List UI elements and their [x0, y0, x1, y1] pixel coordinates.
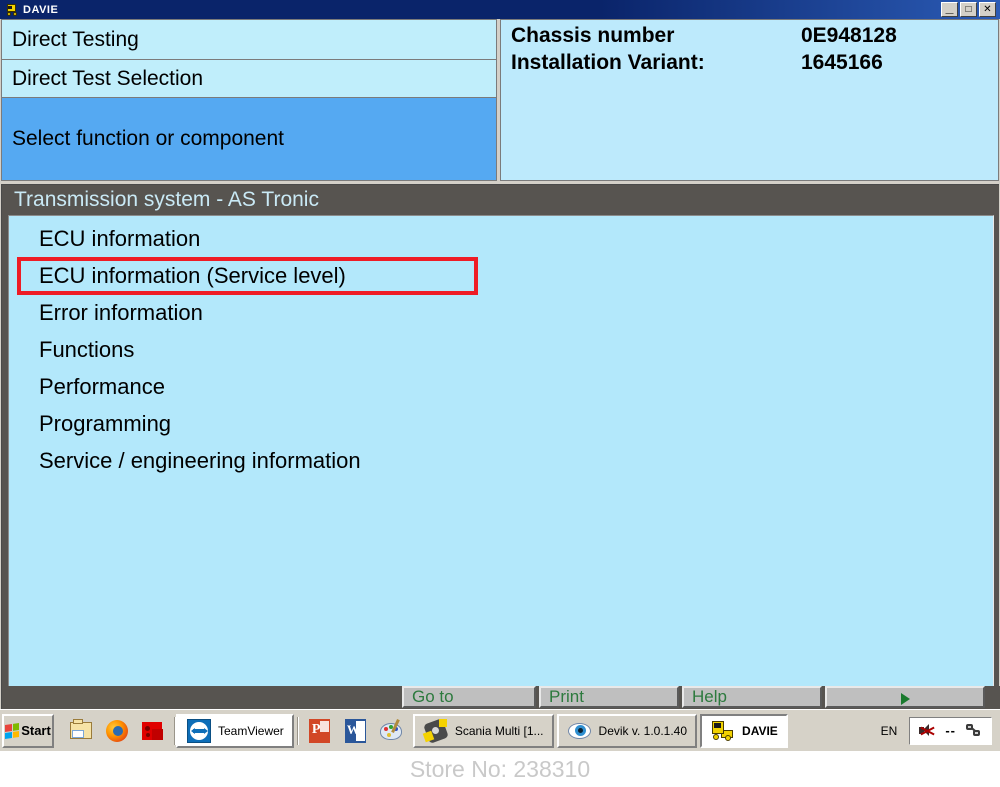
window-controls: _ □ ✕ — [941, 0, 998, 17]
breadcrumb-label: Direct Test Selection — [12, 66, 204, 90]
store-watermark: Store No: 238310 — [0, 751, 1000, 787]
list-item-ecu-information[interactable]: ECU information — [9, 220, 993, 257]
store-watermark-label: Store No: 238310 — [409, 755, 591, 782]
explorer-icon[interactable] — [68, 718, 94, 744]
taskbar-item-label: TeamViewer — [218, 723, 284, 738]
help-button[interactable]: Help — [682, 686, 822, 708]
start-button-label: Start — [21, 723, 51, 738]
go-to-button[interactable]: Go to — [402, 686, 536, 708]
taskbar-item-davie[interactable]: DAVIE — [700, 713, 788, 748]
taskbar-item-devik[interactable]: Devik v. 1.0.1.40 — [556, 713, 698, 748]
taskbar-item-label: Scania Multi [1... — [454, 723, 544, 738]
list-header: Transmission system - AS Tronic — [2, 185, 999, 215]
red-tool-icon[interactable] — [140, 718, 166, 744]
taskbar-item-label: DAVIE — [742, 723, 778, 738]
top-panel: Direct Testing Direct Test Selection Sel… — [1, 19, 999, 181]
taskbar: Start TeamViewer P W Scania Multi [1... … — [0, 709, 1000, 751]
davie-truck-icon — [710, 718, 736, 744]
chassis-number-label: Chassis number — [511, 24, 675, 47]
breadcrumb-direct-testing[interactable]: Direct Testing — [2, 20, 496, 60]
list-item-programming[interactable]: Programming — [9, 405, 993, 442]
taskbar-item-label: Devik v. 1.0.1.40 — [598, 723, 688, 738]
start-button[interactable]: Start — [2, 713, 54, 748]
list-item-label: Service / engineering information — [39, 447, 361, 473]
screen: DAVIE _ □ ✕ Direct Testing Direct Test S… — [0, 0, 1000, 787]
network-icon[interactable] — [965, 723, 983, 739]
next-arrow-icon — [900, 693, 910, 705]
language-indicator[interactable]: EN — [881, 724, 902, 738]
taskbar-item-teamviewer[interactable]: TeamViewer — [176, 713, 294, 748]
installation-variant-label: Installation Variant: — [511, 51, 705, 74]
list-item-functions[interactable]: Functions — [9, 331, 993, 368]
paint-icon[interactable] — [379, 718, 405, 744]
list-item-label: ECU information — [39, 225, 201, 251]
print-label: Print — [549, 687, 584, 706]
window-client-area: Direct Testing Direct Test Selection Sel… — [0, 19, 1000, 712]
breadcrumb-label: Direct Testing — [12, 27, 139, 51]
function-list: ECU information ECU information (Service… — [8, 215, 994, 687]
chassis-number-value: 0E948128 — [801, 24, 897, 47]
print-button[interactable]: Print — [539, 686, 679, 708]
maximize-button[interactable]: □ — [960, 2, 977, 17]
truck-icon — [5, 2, 20, 17]
volume-muted-icon[interactable] — [918, 723, 936, 739]
list-item-label: Functions — [39, 336, 135, 362]
title-bar: DAVIE _ □ ✕ — [0, 0, 1000, 19]
vehicle-info-panel: Chassis number 0E948128 Installation Var… — [500, 19, 999, 181]
function-button-bar: Go to Print Help — [2, 686, 1000, 709]
teamviewer-icon — [186, 718, 212, 744]
list-item-label: Performance — [39, 373, 165, 399]
breadcrumb-direct-test-selection[interactable]: Direct Test Selection — [2, 60, 496, 98]
list-item-label: Error information — [39, 299, 203, 325]
firefox-icon[interactable] — [104, 718, 130, 744]
davie-application-window: DAVIE _ □ ✕ Direct Testing Direct Test S… — [0, 0, 1000, 712]
list-header-label: Transmission system - AS Tronic — [14, 188, 319, 211]
help-label: Help — [692, 687, 727, 706]
breadcrumb-label: Select function or component — [12, 127, 284, 150]
scania-icon — [422, 717, 449, 744]
list-item-label: ECU information (Service level) — [39, 262, 346, 288]
next-button[interactable] — [825, 686, 985, 708]
tray-icons: -- — [909, 716, 992, 745]
powerpoint-icon[interactable]: P — [307, 718, 333, 744]
window-title: DAVIE — [23, 3, 59, 16]
installation-variant-value: 1645166 — [801, 51, 883, 74]
list-item-error-information[interactable]: Error information — [9, 294, 993, 331]
minimize-button[interactable]: _ — [941, 0, 958, 17]
chassis-number-row: Chassis number 0E948128 — [511, 24, 998, 51]
go-to-label: Go to — [412, 687, 454, 706]
list-item-service-engineering-information[interactable]: Service / engineering information — [9, 442, 993, 479]
windows-logo-icon — [5, 722, 20, 739]
word-icon[interactable]: W — [343, 718, 369, 744]
close-button[interactable]: ✕ — [979, 2, 996, 17]
list-item-performance[interactable]: Performance — [9, 368, 993, 405]
tray-dashes: -- — [945, 723, 956, 738]
installation-variant-row: Installation Variant: 1645166 — [511, 51, 998, 78]
breadcrumb-select-function-or-component[interactable]: Select function or component — [2, 98, 496, 180]
system-tray: EN -- — [881, 716, 998, 745]
quick-launch-bar-2: P W — [299, 718, 413, 744]
function-list-panel: Transmission system - AS Tronic ECU info… — [1, 184, 1000, 709]
list-item-ecu-information-service-level[interactable]: ECU information (Service level) — [9, 257, 993, 295]
devik-eye-icon — [567, 718, 593, 744]
quick-launch-bar — [60, 718, 174, 744]
taskbar-item-scania-multi[interactable]: Scania Multi [1... — [412, 713, 554, 748]
breadcrumb-panel: Direct Testing Direct Test Selection Sel… — [1, 19, 497, 181]
list-item-label: Programming — [39, 410, 172, 436]
